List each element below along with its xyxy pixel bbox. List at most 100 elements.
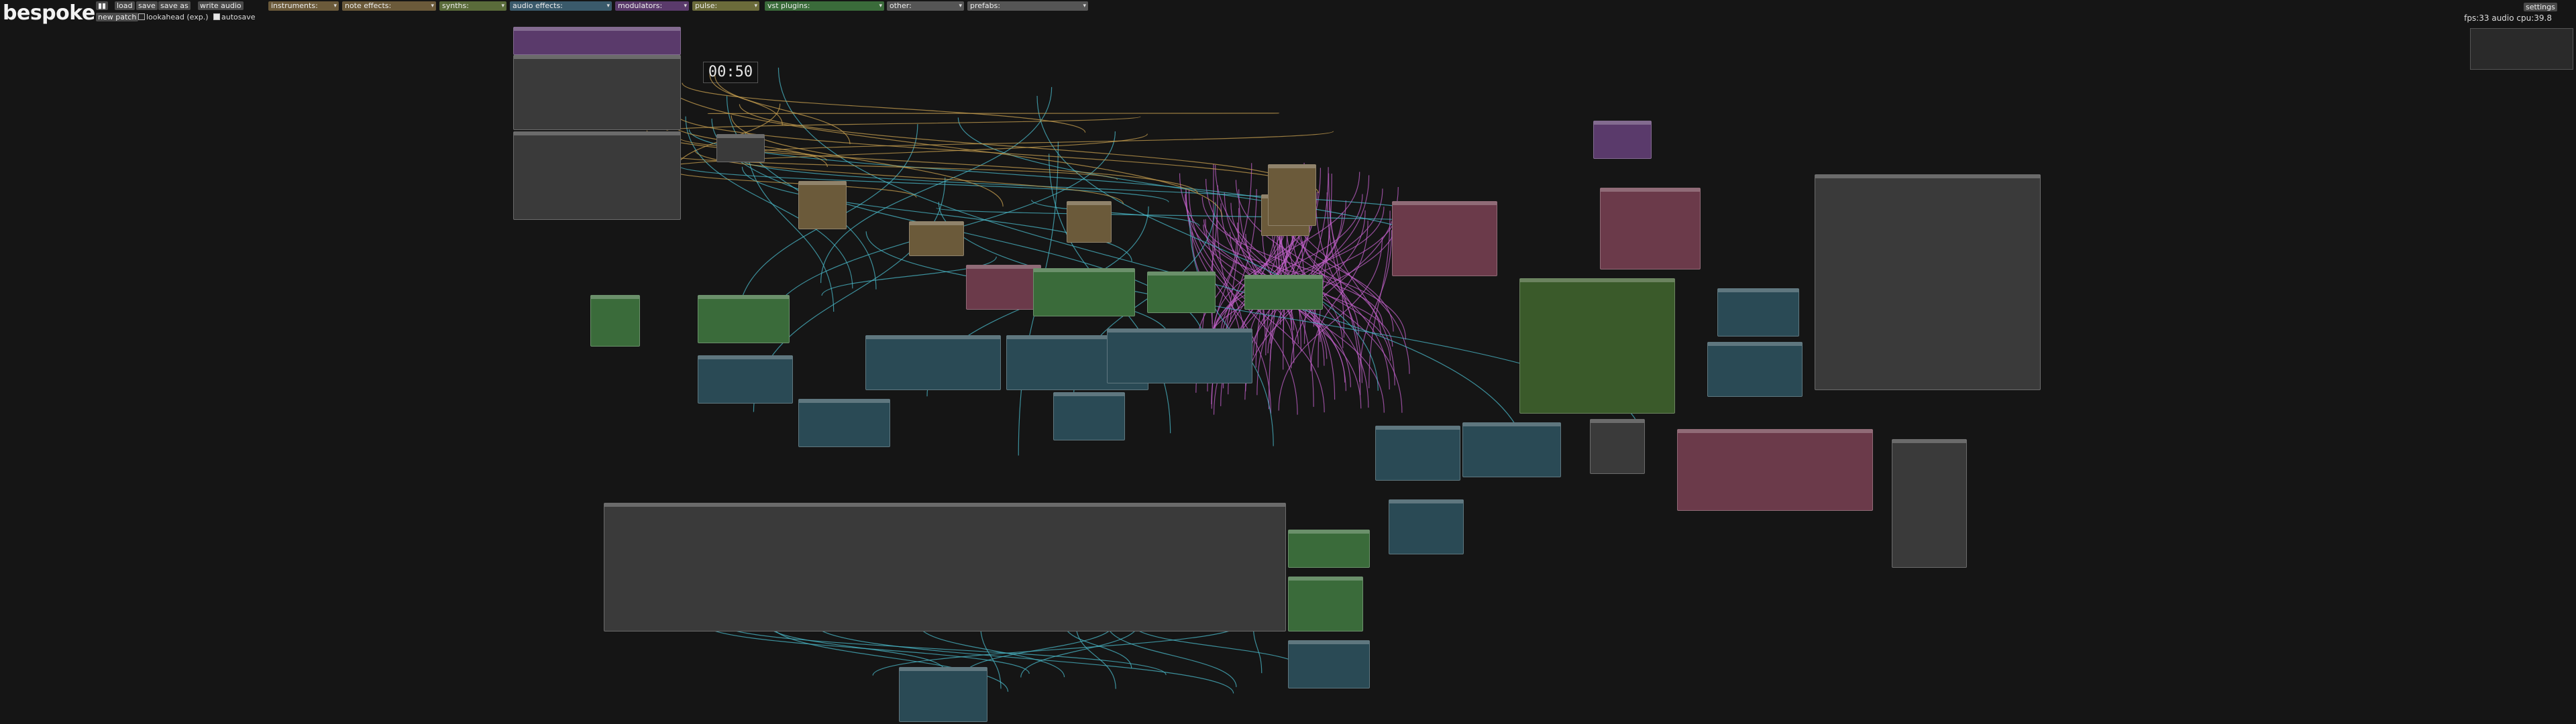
module-titlebar[interactable] — [1148, 272, 1215, 276]
module-titlebar[interactable] — [1601, 188, 1700, 192]
patch-module[interactable] — [1707, 342, 1803, 397]
patch-module[interactable] — [604, 503, 1286, 631]
patch-module[interactable] — [1590, 419, 1645, 474]
patch-cable — [1244, 231, 1330, 400]
patch-module[interactable] — [865, 335, 1001, 390]
save-button[interactable]: save — [136, 1, 158, 10]
module-titlebar[interactable] — [1718, 289, 1799, 292]
module-titlebar[interactable] — [1034, 269, 1134, 272]
category-dropdown-4[interactable]: modulators: ▾ — [615, 1, 689, 11]
patch-module[interactable] — [1147, 272, 1216, 313]
patch-module[interactable] — [513, 131, 681, 220]
module-titlebar[interactable] — [866, 336, 1000, 339]
module-titlebar[interactable] — [799, 182, 846, 185]
save-as-button[interactable]: save as — [158, 1, 191, 10]
category-label: other: — [890, 1, 912, 10]
module-titlebar[interactable] — [1054, 393, 1124, 396]
patch-module[interactable] — [966, 265, 1041, 310]
patch-module[interactable] — [1268, 164, 1316, 226]
patch-module[interactable] — [1815, 174, 2041, 390]
category-dropdown-1[interactable]: note effects: ▾ — [342, 1, 436, 11]
module-titlebar[interactable] — [1289, 530, 1369, 534]
module-titlebar[interactable] — [1594, 121, 1651, 125]
patch-module[interactable] — [513, 55, 681, 130]
category-dropdown-7[interactable]: other: ▾ — [887, 1, 964, 11]
module-titlebar[interactable] — [900, 668, 987, 671]
patch-module[interactable] — [899, 667, 987, 722]
module-titlebar[interactable] — [1708, 343, 1802, 346]
lookahead-checkbox[interactable]: lookahead (exp.) — [138, 13, 209, 21]
patch-module[interactable] — [1600, 188, 1701, 269]
patch-module[interactable] — [1053, 392, 1125, 440]
category-dropdown-3[interactable]: audio effects: ▾ — [510, 1, 612, 11]
patch-module[interactable] — [590, 295, 640, 347]
menu-icon[interactable]: ▮▮ — [96, 1, 109, 10]
module-titlebar[interactable] — [1108, 329, 1252, 333]
category-label: note effects: — [345, 1, 392, 10]
patch-module[interactable] — [1288, 530, 1370, 568]
patch-module[interactable] — [1392, 201, 1497, 276]
patch-module[interactable] — [1288, 640, 1370, 688]
module-titlebar[interactable] — [1245, 276, 1322, 279]
patch-module[interactable] — [909, 221, 964, 256]
category-dropdown-0[interactable]: instruments: ▾ — [268, 1, 339, 11]
category-dropdown-2[interactable]: synths: ▾ — [439, 1, 506, 11]
module-titlebar[interactable] — [1393, 202, 1497, 205]
patch-module[interactable] — [1519, 278, 1675, 414]
patch-module[interactable] — [798, 399, 890, 447]
module-titlebar[interactable] — [1389, 500, 1463, 503]
patch-module[interactable] — [1107, 328, 1252, 383]
patch-module[interactable] — [1244, 275, 1323, 310]
category-label: prefabs: — [970, 1, 1001, 10]
module-titlebar[interactable] — [910, 222, 963, 225]
module-titlebar[interactable] — [698, 296, 789, 299]
module-titlebar[interactable] — [698, 356, 792, 359]
autosave-checkbox[interactable]: autosave — [213, 13, 256, 21]
module-titlebar[interactable] — [1892, 440, 1966, 443]
module-titlebar[interactable] — [1591, 420, 1644, 423]
category-dropdown-5[interactable]: pulse: ▾ — [692, 1, 759, 11]
write-audio-button[interactable]: write audio — [198, 1, 244, 10]
category-dropdown-8[interactable]: prefabs: ▾ — [967, 1, 1088, 11]
patch-module[interactable] — [1717, 288, 1799, 337]
patch-module[interactable] — [798, 181, 847, 229]
module-titlebar[interactable] — [1463, 423, 1560, 426]
patch-module[interactable] — [1593, 121, 1652, 159]
module-titlebar[interactable] — [514, 132, 680, 135]
category-dropdown-6[interactable]: vst plugins: ▾ — [765, 1, 884, 11]
module-titlebar[interactable] — [717, 135, 764, 138]
module-titlebar[interactable] — [1269, 165, 1316, 168]
module-titlebar[interactable] — [604, 503, 1285, 507]
module-titlebar[interactable] — [591, 296, 639, 299]
module-titlebar[interactable] — [1067, 202, 1111, 205]
patch-module[interactable] — [1389, 499, 1464, 554]
patch-module[interactable] — [513, 27, 681, 55]
module-titlebar[interactable] — [514, 27, 680, 31]
patch-module[interactable] — [1462, 422, 1561, 477]
patch-module[interactable] — [1677, 429, 1873, 511]
module-titlebar[interactable] — [799, 400, 890, 403]
load-button[interactable]: load — [115, 1, 135, 10]
module-titlebar[interactable] — [1520, 279, 1674, 282]
cpu-readout: audio cpu:39.8 — [2491, 13, 2552, 23]
settings-button[interactable]: settings — [2524, 3, 2557, 11]
new-patch-button[interactable]: new patch — [96, 13, 139, 21]
module-titlebar[interactable] — [1815, 175, 2040, 178]
module-titlebar[interactable] — [1376, 426, 1460, 430]
chevron-down-icon: ▾ — [684, 3, 687, 9]
patch-module[interactable] — [716, 134, 765, 162]
patch-minimap[interactable] — [2470, 28, 2573, 70]
patch-cable — [739, 104, 1305, 190]
patch-module[interactable] — [1067, 201, 1112, 243]
patch-module[interactable] — [1033, 268, 1135, 316]
patch-module[interactable] — [698, 295, 790, 343]
module-titlebar[interactable] — [1289, 641, 1369, 644]
module-titlebar[interactable] — [514, 56, 680, 59]
module-titlebar[interactable] — [1678, 430, 1872, 433]
patch-module[interactable] — [698, 355, 793, 404]
module-titlebar[interactable] — [967, 265, 1040, 269]
patch-module[interactable] — [1892, 439, 1967, 568]
patch-module[interactable] — [1375, 426, 1460, 481]
module-titlebar[interactable] — [1289, 577, 1362, 581]
patch-module[interactable] — [1288, 577, 1363, 631]
